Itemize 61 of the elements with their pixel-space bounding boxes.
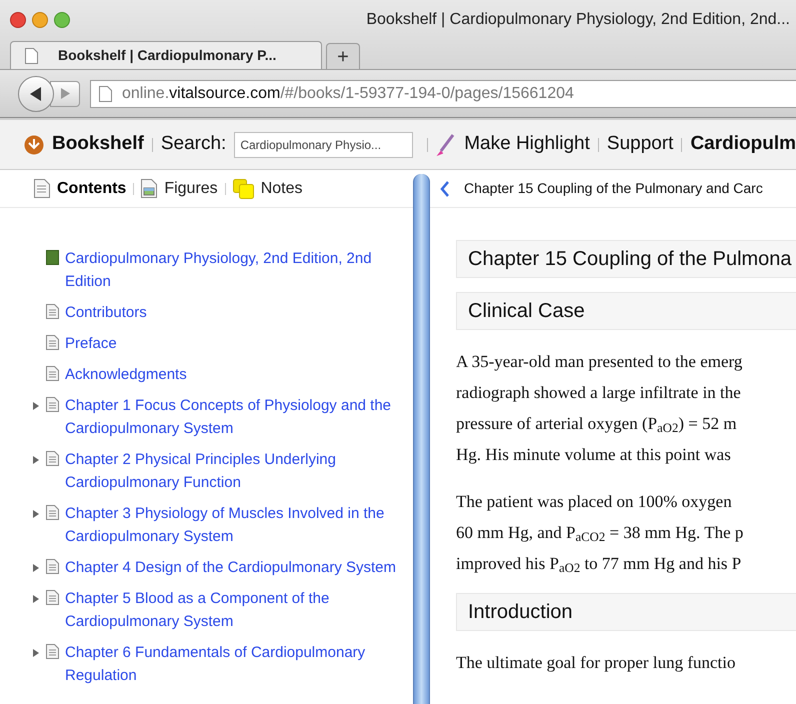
back-arrow-icon xyxy=(30,86,42,100)
page-icon xyxy=(46,590,59,605)
sidebar-tab[interactable]: Contents xyxy=(57,176,126,200)
image-icon xyxy=(141,179,158,198)
forward-arrow-icon xyxy=(60,88,70,99)
minimize-window-button[interactable] xyxy=(32,12,48,28)
support-link[interactable]: Support xyxy=(606,130,674,159)
search-field[interactable]: Cardiopulmonary Physio... xyxy=(234,132,414,158)
section-heading: Introduction xyxy=(456,593,796,631)
page-icon xyxy=(46,451,59,466)
page-icon xyxy=(46,335,59,350)
browser-tab[interactable]: Bookshelf | Cardiopulmonary P... xyxy=(10,41,322,69)
section-heading: Chapter 15 Coupling of the Pulmona xyxy=(456,240,796,278)
paragraph: A 35-year-old man presented to the emerg radiograph showed a large infiltrate in the pressure of arterial oxygen (P$_{aO}$$_{2}$) = 52 m Hg. His minute volume at this point was xyxy=(456,351,744,466)
page-icon xyxy=(25,48,38,64)
page-icon xyxy=(99,86,112,102)
contents-link[interactable]: Contributors xyxy=(65,301,400,324)
make-highlight-button[interactable]: Make Highlight xyxy=(464,130,590,159)
page-icon xyxy=(34,179,50,198)
page-icon xyxy=(46,366,59,381)
expand-arrow-icon[interactable] xyxy=(32,649,39,657)
new-tab-button[interactable]: + xyxy=(326,43,360,69)
paragraph: The ultimate goal for proper lung functio xyxy=(456,652,736,674)
book-icon xyxy=(46,250,59,265)
sidebar-tab[interactable]: Figures xyxy=(164,176,218,200)
expand-arrow-icon[interactable] xyxy=(32,402,39,410)
expand-arrow-icon[interactable] xyxy=(32,456,39,464)
zoom-window-button[interactable] xyxy=(54,12,70,28)
contents-link[interactable]: Chapter 1 Focus Concepts of Physiology and the Cardiopulmonary System xyxy=(65,394,400,440)
bookshelf-link[interactable]: Bookshelf xyxy=(52,130,144,159)
back-chevron-icon[interactable] xyxy=(440,180,450,198)
page-icon xyxy=(46,505,59,520)
contents-link[interactable]: Chapter 5 Blood as a Component of the Cardiopulmonary System xyxy=(65,587,400,633)
page-icon xyxy=(46,644,59,659)
contents-link[interactable]: Preface xyxy=(65,332,400,355)
address-field[interactable]: online.vitalsource.com/#/books/1-59377-194-0/pages/15661204 xyxy=(90,80,796,108)
bookshelf-logo-icon xyxy=(24,134,44,154)
contents-link[interactable]: Chapter 4 Design of the Cardiopulmonary System xyxy=(65,556,400,579)
sidebar-tab[interactable]: Notes xyxy=(260,176,302,200)
expand-arrow-icon[interactable] xyxy=(32,595,39,603)
contents-link[interactable]: Chapter 6 Fundamentals of Cardiopulmonary Regulation xyxy=(65,641,400,687)
highlighter-pen-icon xyxy=(436,134,456,156)
window-title: Bookshelf | Cardiopulmonary Physiology, 2nd Edition, 2nd... xyxy=(366,10,790,30)
page-icon xyxy=(46,397,59,412)
sticky-note-icon xyxy=(232,178,254,198)
search-label: Search: xyxy=(160,132,226,156)
page-icon xyxy=(46,304,59,319)
contents-link[interactable]: Acknowledgments xyxy=(65,363,400,386)
section-heading: Clinical Case xyxy=(456,292,796,330)
page-icon xyxy=(46,559,59,574)
paragraph: The patient was placed on 100% oxygen 60 mm Hg, and P$_{aCO}$$_{2}$ = 38 mm Hg. The p improved his P$_{aO}$$_{2}$ to 77 mm Hg and his P xyxy=(456,491,744,578)
pane-splitter[interactable] xyxy=(413,174,430,704)
contents-link[interactable]: Chapter 2 Physical Principles Underlying Cardiopulmonary Function xyxy=(65,448,400,494)
expand-arrow-icon[interactable] xyxy=(32,564,39,572)
contents-link[interactable]: Chapter 3 Physiology of Muscles Involved in the Cardiopulmonary System xyxy=(65,502,400,548)
contents-link[interactable]: Cardiopulmonary Physiology, 2nd Edition, 2nd Edition xyxy=(65,247,400,293)
breadcrumb: Chapter 15 Coupling of the Pulmonary and Carc xyxy=(464,179,763,198)
back-button[interactable] xyxy=(18,76,54,112)
close-window-button[interactable] xyxy=(10,12,26,28)
expand-arrow-icon[interactable] xyxy=(32,510,39,518)
book-title: Cardiopulm xyxy=(690,132,796,156)
